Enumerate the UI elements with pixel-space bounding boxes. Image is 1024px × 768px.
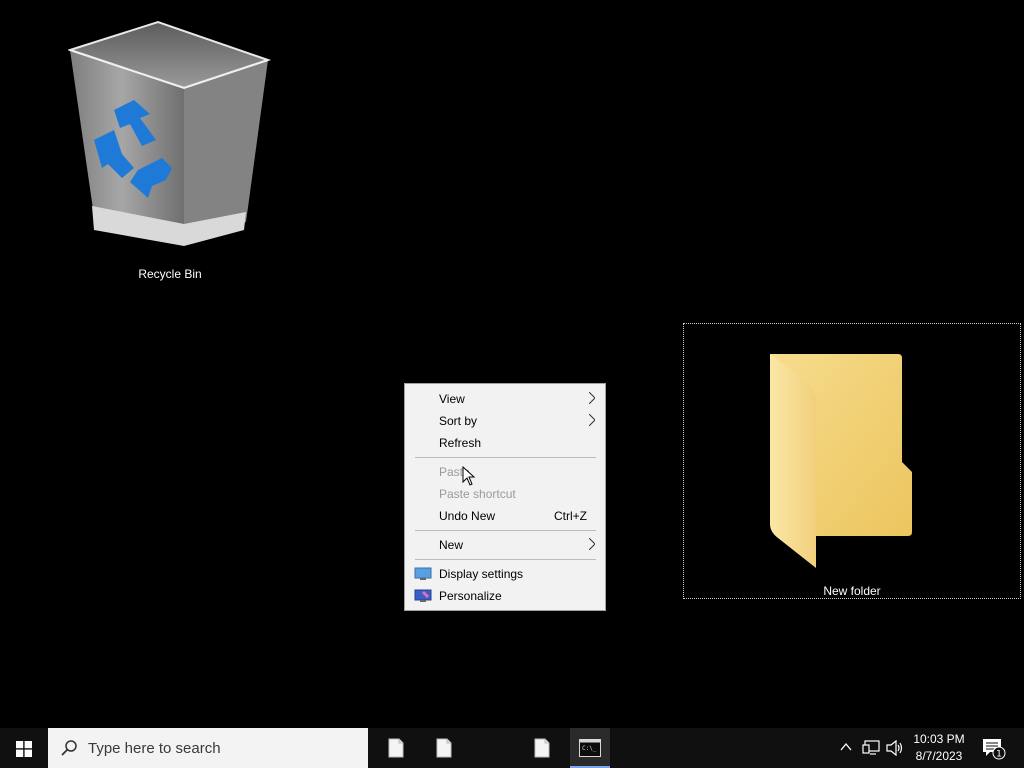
folder-icon xyxy=(770,354,912,568)
menu-separator xyxy=(415,530,596,531)
menu-item-display-settings[interactable]: Display settings xyxy=(405,563,605,585)
taskbar-app-file-3[interactable] xyxy=(518,728,566,768)
desktop-context-menu: View Sort by Refresh Paste Paste shortcu… xyxy=(404,383,606,611)
chevron-up-icon[interactable] xyxy=(840,742,852,752)
document-icon xyxy=(534,738,550,758)
notification-center-icon[interactable]: 1 xyxy=(982,738,1006,760)
new-folder-label: New folder xyxy=(823,584,881,598)
menu-item-undo-new[interactable]: Undo New Ctrl+Z xyxy=(405,505,605,527)
command-prompt-icon: C:\_ xyxy=(579,739,601,757)
menu-item-new[interactable]: New xyxy=(405,534,605,556)
recycle-bin-icon xyxy=(68,20,272,246)
taskbar-clock[interactable]: 10:03 PM 8/7/2023 xyxy=(908,731,970,765)
personalize-icon xyxy=(414,589,432,602)
menu-item-sort-by[interactable]: Sort by xyxy=(405,410,605,432)
start-button[interactable] xyxy=(0,728,48,768)
desktop[interactable]: Recycle Bin New folder View Sort by Refr… xyxy=(0,0,1024,728)
taskbar-app-terminal[interactable]: C:\_ xyxy=(570,728,610,768)
clock-time: 10:03 PM xyxy=(913,732,965,746)
menu-item-refresh[interactable]: Refresh xyxy=(405,432,605,454)
volume-icon[interactable] xyxy=(886,740,904,756)
document-icon xyxy=(436,738,452,758)
clock-date: 8/7/2023 xyxy=(915,749,963,763)
search-icon xyxy=(61,740,77,756)
menu-item-personalize[interactable]: Personalize xyxy=(405,585,605,607)
taskbar-search-box[interactable]: Type here to search xyxy=(48,728,368,768)
chevron-right-icon xyxy=(589,392,595,404)
new-folder-shortcut[interactable]: New folder xyxy=(683,323,1021,599)
menu-item-view[interactable]: View xyxy=(405,388,605,410)
taskbar-app-file-2[interactable] xyxy=(420,728,468,768)
recycle-bin-shortcut[interactable]: Recycle Bin xyxy=(60,18,280,288)
windows-logo-icon xyxy=(16,741,32,757)
notification-count: 1 xyxy=(996,750,1002,760)
search-placeholder: Type here to search xyxy=(88,740,221,757)
chevron-right-icon xyxy=(589,414,595,426)
chevron-right-icon xyxy=(589,538,595,550)
menu-item-paste[interactable]: Paste xyxy=(405,461,605,483)
recycle-bin-label: Recycle Bin xyxy=(138,267,202,281)
mouse-pointer-icon xyxy=(462,466,476,486)
taskbar: Type here to search C:\_ 10:03 PM 8/7/20… xyxy=(0,728,1024,768)
menu-separator xyxy=(415,457,596,458)
shortcut-label: Ctrl+Z xyxy=(554,509,587,523)
monitor-icon xyxy=(414,567,432,580)
taskbar-app-file-1[interactable] xyxy=(372,728,420,768)
menu-item-paste-shortcut[interactable]: Paste shortcut xyxy=(405,483,605,505)
network-icon[interactable] xyxy=(862,740,880,756)
menu-separator xyxy=(415,559,596,560)
svg-text:C:\_: C:\_ xyxy=(582,745,597,752)
document-icon xyxy=(388,738,404,758)
